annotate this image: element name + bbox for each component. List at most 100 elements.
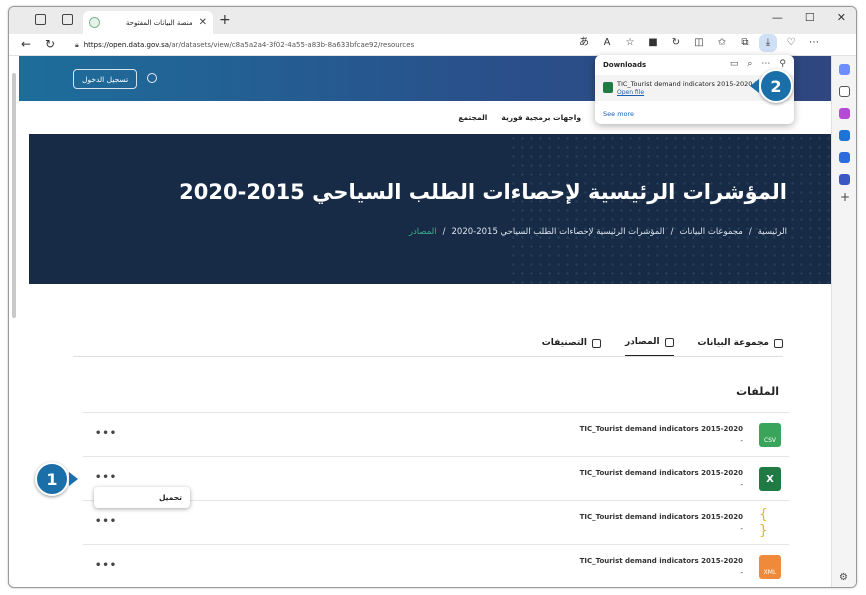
office-icon[interactable] [839,152,850,163]
files-heading: الملفات [736,385,779,398]
tabs-divider [73,356,783,357]
file-name[interactable]: TIC_Tourist demand indicators 2015-2020 [580,513,743,521]
open-folder-icon[interactable]: ▭ [730,59,739,69]
tab-strip: منصة البيانات المفتوحة ✕ + — ☐ ✕ [9,7,856,34]
more-options-button[interactable]: ••• [95,516,117,527]
folder-icon [664,337,674,347]
file-name[interactable]: TIC_Tourist demand indicators 2015-2020 [580,425,743,433]
tab-resources[interactable]: المصادر [624,337,674,357]
minimize-button[interactable]: — [772,11,783,24]
downloads-more-icon[interactable]: ⋯ [761,59,770,69]
page-content: تسجيل الدخول واجهات برمجية فورية المجتمع… [19,56,831,587]
collections-icon[interactable]: ⧉ [739,37,751,49]
grid-icon [591,338,601,348]
callout-pointer [750,79,759,93]
callout-pointer [69,472,78,486]
copilot-icon[interactable] [839,64,850,75]
address-bar[interactable]: 🔒︎ https://open.data.gov.sa/ar/datasets/… [75,37,515,53]
edge-sidebar: + ⚙ [831,56,856,587]
tab-close-icon[interactable]: ✕ [199,17,207,28]
more-options-button[interactable]: ••• [95,560,117,571]
favorite-star-icon[interactable]: ☆ [624,37,636,49]
search-icon[interactable] [839,86,850,97]
site-nav-links: واجهات برمجية فورية المجتمع [458,113,581,122]
more-options-button[interactable]: ••• [95,472,117,483]
file-description: - [740,525,743,533]
file-description: - [740,569,743,577]
browser-tab[interactable]: منصة البيانات المفتوحة ✕ [83,11,213,34]
window-controls: — ☐ ✕ [772,11,846,24]
refresh-icon[interactable]: ↻ [45,37,55,51]
url-domain: https://open.data.gov.sa [83,41,169,49]
nav-link-apis[interactable]: واجهات برمجية فورية [501,113,581,122]
download-file-name: TIC_Tourist demand indicators 2015-2020.… [617,80,772,88]
file-description: - [740,437,743,445]
scrollbar-thumb[interactable] [12,73,16,318]
settings-gear-icon[interactable] [147,73,157,83]
add-sidebar-icon[interactable]: + [840,190,850,204]
extension-icon[interactable]: ■ [647,37,659,49]
breadcrumb-separator: / [670,227,674,237]
url-path: /ar/datasets/view/c8a5a2a4-3f02-4a55-a83… [169,41,415,49]
cube-icon [774,338,783,348]
tab-actions-icon[interactable] [62,14,73,25]
breadcrumb-dataset[interactable]: المؤشرات الرئيسية لإحصاءات الطلب السياحي… [452,227,665,237]
file-row[interactable]: ••• TIC_Tourist demand indicators 2015-2… [83,544,789,587]
download-menu-item[interactable]: تحميل [159,493,182,502]
dataset-tabs: مجموعة البيانات المصادر التصنيفات [542,337,783,357]
nav-link-community[interactable]: المجتمع [458,113,487,122]
breadcrumb-separator: / [442,227,446,237]
breadcrumb-current: المصادر [408,227,437,237]
address-bar-row: ← ↻ 🔒︎ https://open.data.gov.sa/ar/datas… [9,34,856,56]
login-button[interactable]: تسجيل الدخول [73,69,138,89]
back-arrow-icon[interactable]: ← [21,37,31,51]
breadcrumb-home[interactable]: الرئيسية [758,227,787,237]
site-favicon-icon [89,17,100,28]
excel-file-icon: X [759,467,781,491]
teams-icon[interactable] [839,174,850,185]
context-menu: تحميل [94,487,190,508]
file-description: - [740,481,743,489]
close-window-button[interactable]: ✕ [837,11,846,24]
lock-icon: 🔒︎ [75,40,79,49]
maximize-button[interactable]: ☐ [805,11,815,24]
page-scrollbar[interactable] [11,59,17,579]
file-row[interactable]: ••• TIC_Tourist demand indicators 2015-2… [83,412,789,456]
tab-dataset[interactable]: مجموعة البيانات [698,337,783,357]
downloads-title: Downloads [603,61,647,69]
file-name[interactable]: TIC_Tourist demand indicators 2015-2020 [580,557,743,565]
tab-strip-icons [35,14,73,25]
excel-file-icon [603,82,613,93]
search-downloads-icon[interactable]: ⌕ [747,59,752,69]
read-aloud-icon[interactable]: A [601,37,613,49]
hero-pattern [509,134,831,284]
pin-icon[interactable]: ⚲ [779,59,786,69]
step-callout-2: 2 [759,69,793,103]
step-callout-1: 1 [35,462,69,496]
more-menu-icon[interactable]: ⋯ [808,37,820,49]
downloads-icon[interactable]: ⤓ [759,34,777,52]
file-name[interactable]: TIC_Tourist demand indicators 2015-2020 [580,469,743,477]
breadcrumb-datasets[interactable]: مجموعات البيانات [680,227,743,237]
refresh-extension-icon[interactable]: ↻ [670,37,682,49]
browser-window: منصة البيانات المفتوحة ✕ + — ☐ ✕ ← ↻ 🔒︎ … [8,6,857,588]
workspaces-icon[interactable] [35,14,46,25]
downloads-tools: ▭ ⌕ ⋯ ⚲ [730,59,786,69]
csv-file-icon: CSV [759,423,781,447]
new-tab-button[interactable]: + [219,12,231,28]
hero-banner: المؤشرات الرئيسية لإحصاءات الطلب السياحي… [29,134,831,284]
outlook-icon[interactable] [839,130,850,141]
sidebar-settings-icon[interactable]: ⚙ [839,572,848,583]
browser-essentials-icon[interactable]: ♡ [785,37,797,49]
open-file-link[interactable]: Open file [617,89,644,96]
toolbar-icons: あ A ☆ ■ ↻ ◫ ✩ ⧉ ⤓ ♡ ⋯ [578,34,820,52]
shopping-icon[interactable] [839,108,850,119]
tab-title: منصة البيانات المفتوحة [125,18,193,27]
translate-icon[interactable]: あ [578,37,590,49]
page-title: المؤشرات الرئيسية لإحصاءات الطلب السياحي… [179,180,787,204]
favorites-icon[interactable]: ✩ [716,37,728,49]
split-screen-icon[interactable]: ◫ [693,37,705,49]
see-more-link[interactable]: See more [603,110,634,118]
tab-categories[interactable]: التصنيفات [542,337,601,357]
more-options-button[interactable]: ••• [95,428,117,439]
